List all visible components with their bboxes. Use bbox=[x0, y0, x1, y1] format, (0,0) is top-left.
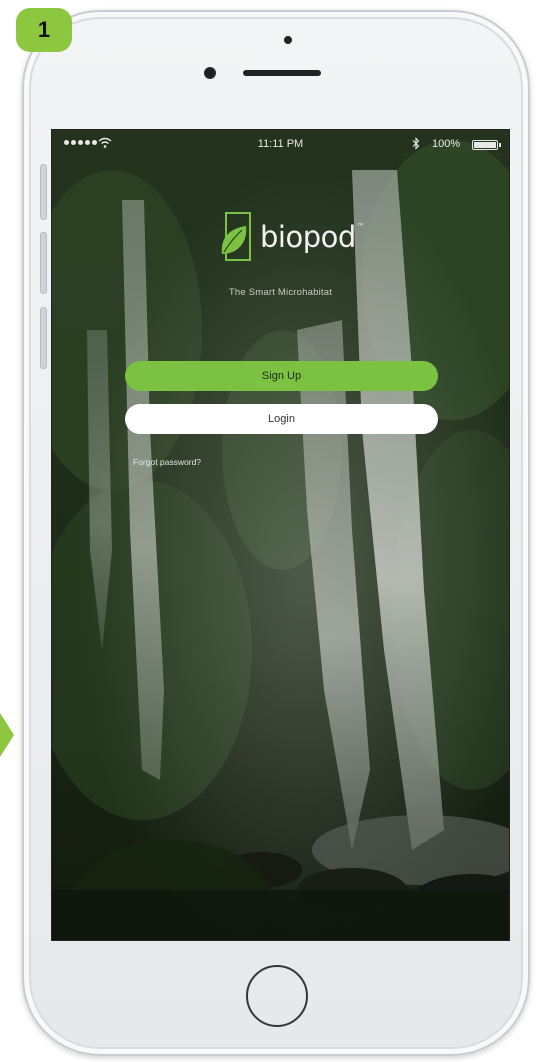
earpiece-speaker bbox=[243, 70, 321, 76]
signup-button[interactable]: Sign Up bbox=[125, 361, 438, 391]
stage: 1 11:11 PM 100% biopod™ The Smart Microh… bbox=[0, 0, 537, 1062]
status-bar: 11:11 PM 100% bbox=[52, 137, 509, 158]
side-button-volume-up bbox=[40, 232, 47, 294]
leaf-logo-icon bbox=[221, 212, 251, 261]
app-logo: biopod™ bbox=[218, 212, 365, 270]
tagline: The Smart Microhabitat bbox=[228, 287, 333, 298]
proximity-sensor bbox=[284, 36, 292, 44]
arrow-indicator bbox=[0, 713, 14, 757]
bluetooth-icon bbox=[412, 137, 420, 150]
home-button[interactable] bbox=[246, 965, 308, 1027]
front-camera bbox=[204, 67, 216, 79]
login-button[interactable]: Login bbox=[125, 404, 438, 434]
step-badge: 1 bbox=[16, 8, 72, 52]
forgot-password-link[interactable]: Forgot password? bbox=[133, 457, 201, 467]
battery-percent: 100% bbox=[432, 138, 461, 150]
step-number: 1 bbox=[37, 17, 51, 42]
side-button-mute bbox=[40, 164, 47, 220]
battery-icon bbox=[472, 140, 501, 150]
side-button-volume-down bbox=[40, 307, 47, 369]
app-screen: 11:11 PM 100% biopod™ The Smart Microhab… bbox=[51, 129, 510, 941]
brand-name: biopod™ bbox=[260, 220, 365, 254]
